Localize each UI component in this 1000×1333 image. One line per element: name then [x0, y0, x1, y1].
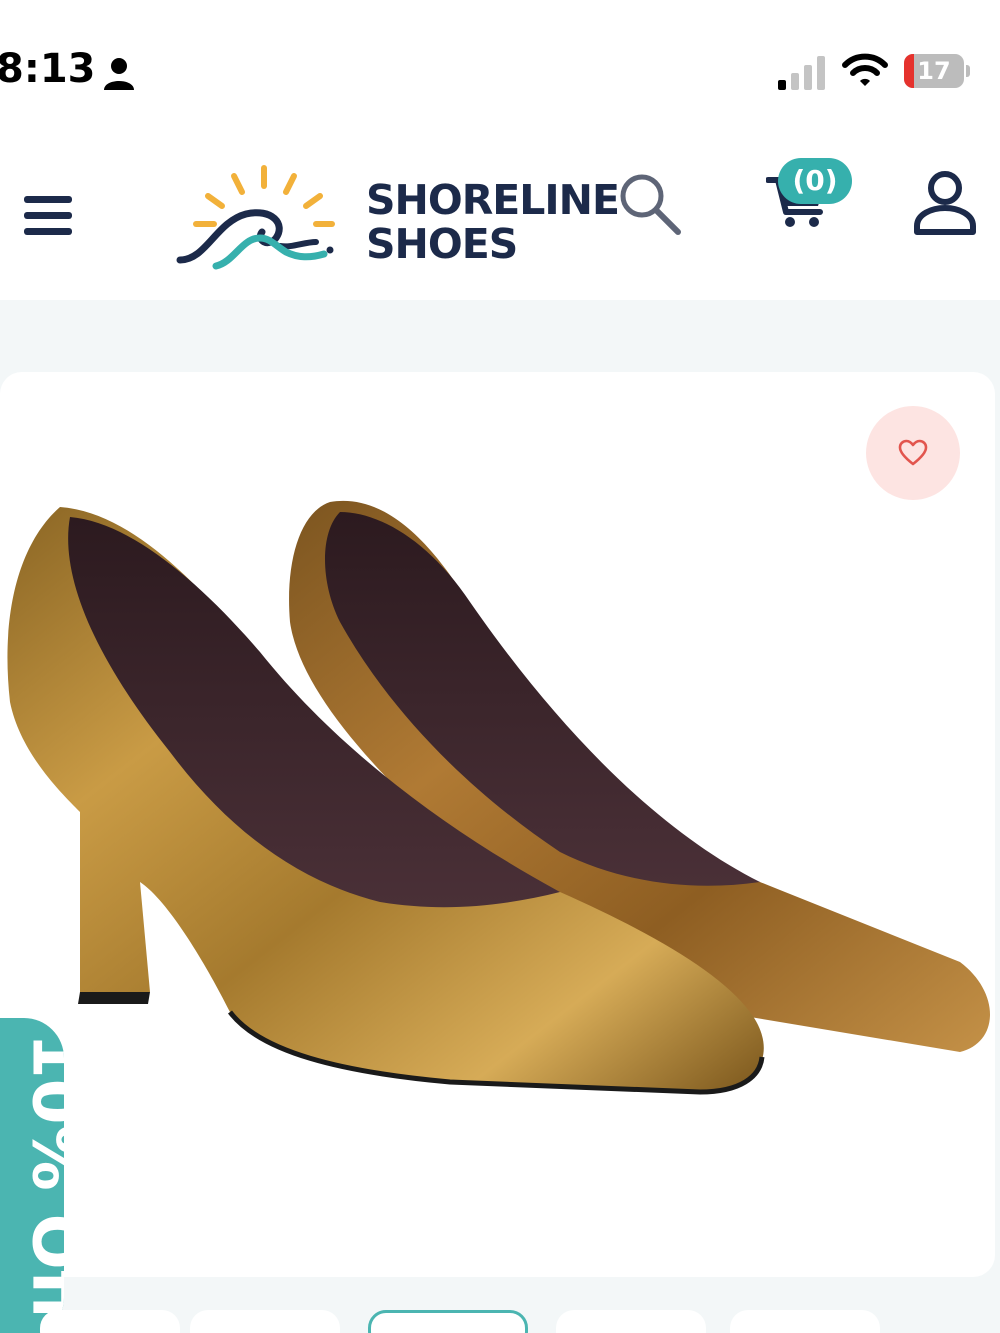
thumbnail-active[interactable]	[368, 1310, 528, 1333]
cart-button[interactable]: (0)	[766, 158, 852, 238]
battery-icon: 17	[904, 54, 970, 88]
wishlist-button[interactable]	[866, 406, 960, 500]
product-image[interactable]	[0, 452, 995, 1152]
product-area	[0, 300, 1000, 1333]
site-header: SHORELINE SHOES (0)	[0, 130, 1000, 300]
person-icon	[104, 58, 134, 90]
signal-icon	[778, 56, 825, 90]
cart-count-badge: (0)	[778, 158, 852, 204]
battery-tip	[966, 65, 970, 77]
logo-text-line1: SHORELINE	[366, 176, 620, 224]
product-image-card	[0, 372, 995, 1277]
heart-icon	[898, 439, 928, 466]
wifi-icon	[842, 53, 888, 86]
search-icon[interactable]	[618, 172, 682, 236]
discount-badge-text: 10% Off	[17, 1032, 65, 1324]
logo-text-line2: SHOES	[366, 220, 518, 268]
logo[interactable]: SHORELINE SHOES	[176, 162, 636, 272]
thumbnail[interactable]	[40, 1310, 180, 1333]
status-bar: 8:13 17	[0, 0, 1000, 130]
thumbnail[interactable]	[556, 1310, 706, 1333]
thumbnail[interactable]	[730, 1310, 880, 1333]
logo-wave-icon	[176, 165, 335, 270]
battery-body: 17	[904, 54, 964, 88]
menu-icon[interactable]	[24, 194, 72, 238]
account-icon[interactable]	[912, 170, 978, 236]
discount-badge: 10% Off	[0, 1018, 64, 1333]
thumbnail-strip	[0, 1310, 1000, 1333]
status-time: 8:13	[0, 46, 96, 92]
thumbnail[interactable]	[190, 1310, 340, 1333]
battery-level: 17	[917, 57, 951, 85]
